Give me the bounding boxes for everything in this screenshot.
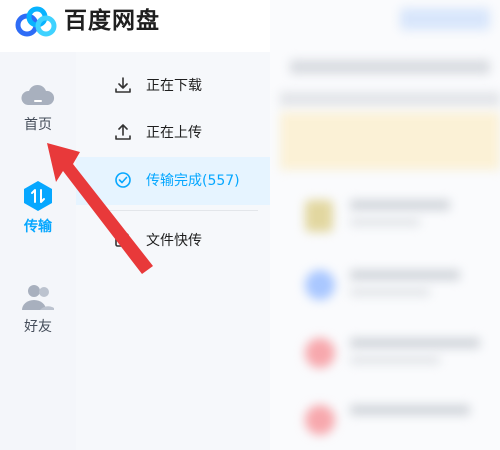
submenu-item-completed[interactable]: 传输完成(557) bbox=[76, 157, 270, 205]
transfer-submenu: 正在下载 正在上传 传输完成(557) 文件快传 bbox=[76, 52, 270, 450]
blurred-file-icon bbox=[305, 405, 335, 435]
app-title: 百度网盘 bbox=[64, 8, 160, 34]
blurred-notice-banner bbox=[280, 112, 500, 170]
blurred-file-icon bbox=[305, 270, 335, 300]
friends-icon bbox=[22, 285, 54, 310]
nav-item-home[interactable]: 首页 bbox=[0, 80, 76, 134]
app-header: 百度网盘 bbox=[0, 0, 270, 52]
blurred-file-meta bbox=[350, 218, 420, 226]
download-icon bbox=[115, 77, 131, 93]
submenu-item-quick-send[interactable]: 文件快传 bbox=[76, 217, 270, 265]
blurred-file-name bbox=[350, 405, 470, 415]
nav-item-transfer[interactable]: 传输 bbox=[0, 180, 76, 236]
submenu-item-uploading[interactable]: 正在上传 bbox=[76, 109, 270, 157]
submenu-item-quick-send-label: 文件快传 bbox=[146, 233, 202, 249]
nav-item-transfer-label: 传输 bbox=[24, 219, 52, 235]
blurred-file-meta bbox=[350, 288, 430, 296]
blurred-file-name bbox=[350, 270, 460, 280]
quick-send-icon bbox=[115, 233, 130, 247]
blurred-file-meta bbox=[350, 356, 440, 364]
nav-item-friends-label: 好友 bbox=[24, 319, 52, 335]
blurred-header-row bbox=[280, 92, 500, 106]
blurred-header-button bbox=[400, 8, 490, 30]
submenu-item-completed-label: 传输完成(557) bbox=[146, 173, 240, 189]
submenu-item-downloading-label: 正在下载 bbox=[146, 78, 202, 94]
transfer-icon bbox=[24, 181, 52, 211]
blurred-file-name bbox=[350, 338, 480, 348]
blurred-file-name bbox=[350, 200, 450, 210]
check-circle-icon bbox=[115, 172, 131, 188]
main-content-blurred bbox=[270, 0, 500, 450]
blurred-file-icon bbox=[305, 338, 335, 368]
nav-item-home-label: 首页 bbox=[24, 117, 52, 133]
submenu-item-uploading-label: 正在上传 bbox=[146, 125, 202, 141]
blurred-file-icon bbox=[305, 200, 333, 232]
submenu-divider bbox=[108, 210, 258, 211]
blurred-toolbar bbox=[290, 60, 490, 74]
submenu-item-downloading[interactable]: 正在下载 bbox=[76, 62, 270, 110]
baidu-netdisk-logo-icon bbox=[15, 6, 57, 37]
main-sidebar: 首页 传输 好友 bbox=[0, 52, 76, 450]
cloud-icon bbox=[21, 84, 55, 105]
upload-icon bbox=[115, 124, 131, 140]
nav-item-friends[interactable]: 好友 bbox=[0, 282, 76, 336]
